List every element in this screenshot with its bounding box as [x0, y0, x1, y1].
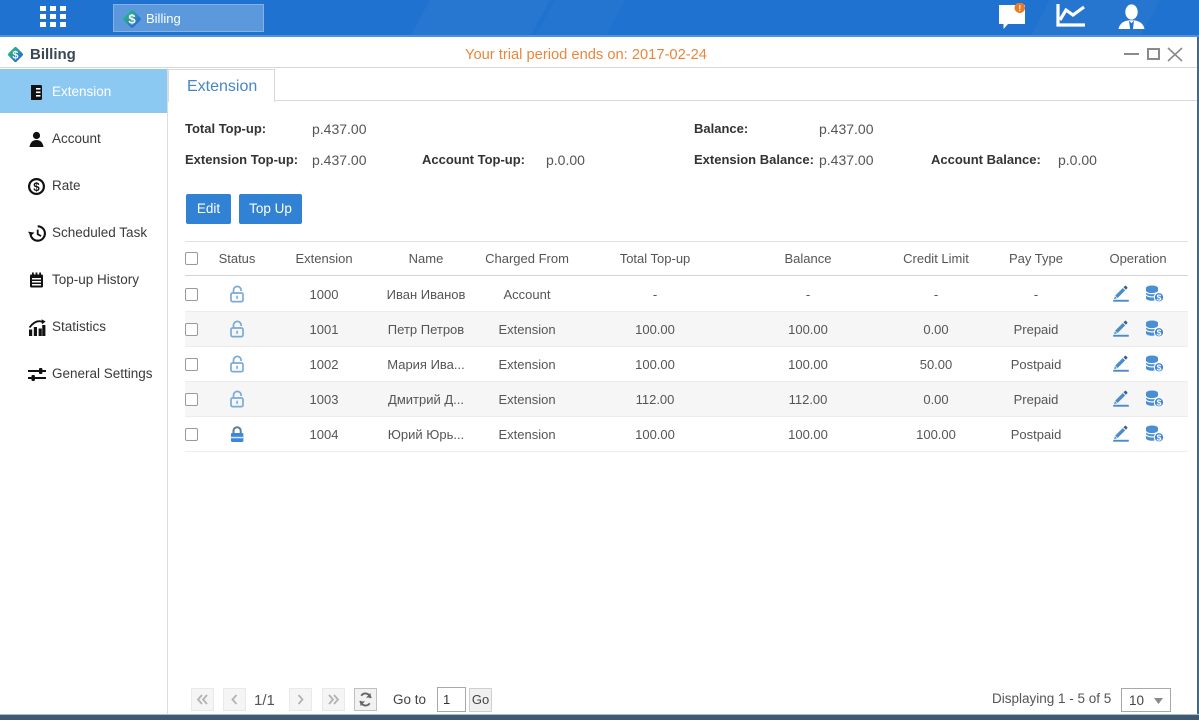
svg-text:$: $: [1156, 328, 1161, 338]
svg-text:!: !: [1018, 4, 1021, 13]
svg-text:$: $: [128, 12, 136, 27]
svg-text:$: $: [1156, 293, 1161, 303]
svg-text:$: $: [1156, 363, 1161, 373]
svg-text:$: $: [33, 182, 40, 194]
svg-text:$: $: [1156, 398, 1161, 408]
svg-text:$: $: [1156, 433, 1161, 443]
